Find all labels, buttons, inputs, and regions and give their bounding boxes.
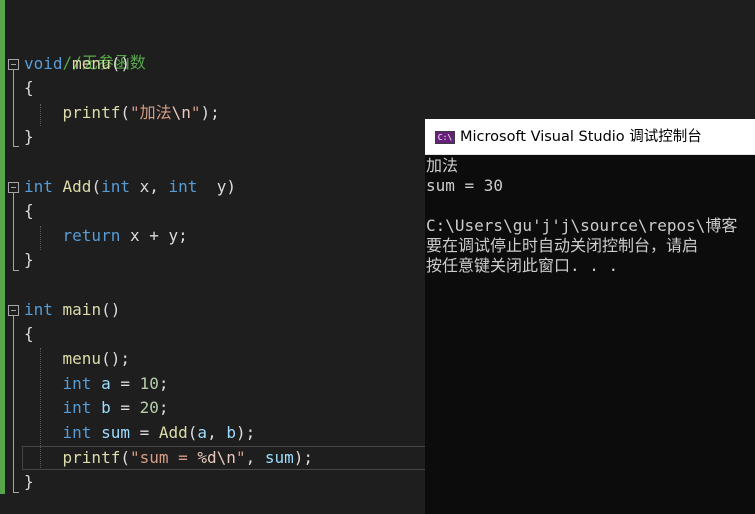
string-token: "sum = xyxy=(129,448,198,467)
keyword-token: int xyxy=(62,398,92,417)
code-line-9[interactable]: return x + y; xyxy=(24,224,188,248)
punctuation-token: ) xyxy=(226,177,236,196)
variable-token: b xyxy=(91,398,111,417)
string-token: "加法 xyxy=(129,103,172,122)
console-output-line: 加法 xyxy=(426,156,459,175)
punctuation-token: ; xyxy=(158,374,169,393)
fold-guide-line xyxy=(13,70,14,146)
code-line-17[interactable]: int sum = Add(a, b); xyxy=(24,421,256,445)
brace-token: { xyxy=(24,324,34,343)
brace-token: { xyxy=(24,201,34,220)
collapse-icon[interactable] xyxy=(8,59,19,70)
function-name-token: menu xyxy=(62,54,111,73)
debug-console-window[interactable]: C:\ Microsoft Visual Studio 调试控制台 加法 sum… xyxy=(425,119,755,514)
console-title-bar[interactable]: C:\ Microsoft Visual Studio 调试控制台 xyxy=(425,119,755,155)
console-output-line: C:\Users\gu'j'j\source\repos\博客 xyxy=(426,216,738,235)
code-line-16[interactable]: int b = 20; xyxy=(24,396,169,420)
keyword-token: int xyxy=(62,374,92,393)
brace-token: { xyxy=(24,78,34,97)
punctuation-token: (); xyxy=(101,349,130,368)
console-app-icon: C:\ xyxy=(435,131,455,144)
code-line-8[interactable]: { xyxy=(24,199,34,223)
code-line-4[interactable]: printf("加法\n"); xyxy=(24,101,220,125)
punctuation-token: ; xyxy=(158,398,169,417)
punctuation-token: ( xyxy=(120,448,130,467)
number-token: 10 xyxy=(139,374,159,393)
keyword-token: int xyxy=(168,177,198,196)
keyword-token: void xyxy=(24,54,63,73)
fold-guide-end xyxy=(13,270,19,271)
variable-token: a xyxy=(197,423,208,442)
function-call-token: menu xyxy=(62,349,102,368)
console-output-line: sum = 30 xyxy=(426,176,504,195)
function-call-token: printf xyxy=(62,448,121,467)
punctuation-token: , xyxy=(207,423,227,442)
punctuation-token: , xyxy=(149,177,169,196)
punctuation-token: ); xyxy=(293,448,314,467)
code-line-10[interactable]: } xyxy=(24,248,34,272)
punctuation-token: () xyxy=(101,300,121,319)
variable-token: a xyxy=(91,374,111,393)
escape-token: \n xyxy=(171,103,191,122)
code-line-13[interactable]: { xyxy=(24,322,34,346)
format-specifier-token: %d xyxy=(197,448,217,467)
parameter-token: y xyxy=(197,177,227,196)
string-token: " xyxy=(190,103,201,122)
brace-token: } xyxy=(24,472,34,491)
brace-token: } xyxy=(24,250,34,269)
fold-guide-line xyxy=(13,316,14,492)
code-line-3[interactable]: { xyxy=(24,76,34,100)
punctuation-token: ( xyxy=(120,103,130,122)
console-window-title: Microsoft Visual Studio 调试控制台 xyxy=(460,129,702,145)
code-line-12[interactable]: int main() xyxy=(24,298,120,322)
keyword-token: int xyxy=(24,177,53,196)
code-line-2[interactable]: void menu() xyxy=(24,52,130,76)
function-name-token: Add xyxy=(52,177,92,196)
variable-token: sum xyxy=(264,448,294,467)
keyword-token: int xyxy=(24,300,53,319)
console-output-line: 按任意键关闭此窗口. . . xyxy=(426,256,619,275)
code-line-15[interactable]: int a = 10; xyxy=(24,372,169,396)
punctuation-token: ( xyxy=(187,423,198,442)
collapse-icon[interactable] xyxy=(8,182,19,193)
collapse-icon[interactable] xyxy=(8,305,19,316)
keyword-token: return xyxy=(62,226,121,245)
keyword-token: int xyxy=(101,177,130,196)
code-line-19[interactable]: } xyxy=(24,470,34,494)
operator-token: = xyxy=(110,398,140,417)
variable-token: b xyxy=(226,423,236,442)
punctuation-token: ; xyxy=(178,226,188,245)
escape-token: \n xyxy=(216,448,236,467)
function-call-token: printf xyxy=(62,103,121,122)
operator-token: = xyxy=(110,374,140,393)
parameter-token: y xyxy=(168,226,179,245)
keyword-token: int xyxy=(62,423,92,442)
operator-token: + xyxy=(139,226,169,245)
punctuation-token: ( xyxy=(91,177,102,196)
code-line-5[interactable]: } xyxy=(24,125,34,149)
function-name-token: main xyxy=(52,300,102,319)
parameter-token: x xyxy=(120,226,140,245)
fold-guide-line xyxy=(13,193,14,270)
code-line-14[interactable]: menu(); xyxy=(24,347,130,371)
punctuation-token: ); xyxy=(235,423,256,442)
string-token: " xyxy=(235,448,246,467)
fold-guide-end xyxy=(13,492,19,493)
punctuation-token: () xyxy=(110,54,130,73)
console-output-line: 要在调试停止时自动关闭控制台，请启 xyxy=(426,236,699,255)
fold-guide-end xyxy=(13,146,19,147)
parameter-token: x xyxy=(129,177,150,196)
punctuation-token: ); xyxy=(200,103,220,122)
code-line-1[interactable]: //无参函数 xyxy=(24,27,146,72)
code-line-18[interactable]: printf("sum = %d\n", sum); xyxy=(24,446,313,470)
operator-token: = xyxy=(129,423,159,442)
number-token: 20 xyxy=(139,398,159,417)
brace-token: } xyxy=(24,127,34,146)
change-indicator-bar xyxy=(0,0,5,494)
function-call-token: Add xyxy=(158,423,188,442)
code-line-7[interactable]: int Add(int x, int y) xyxy=(24,175,236,199)
punctuation-token: , xyxy=(245,448,265,467)
variable-token: sum xyxy=(91,423,130,442)
